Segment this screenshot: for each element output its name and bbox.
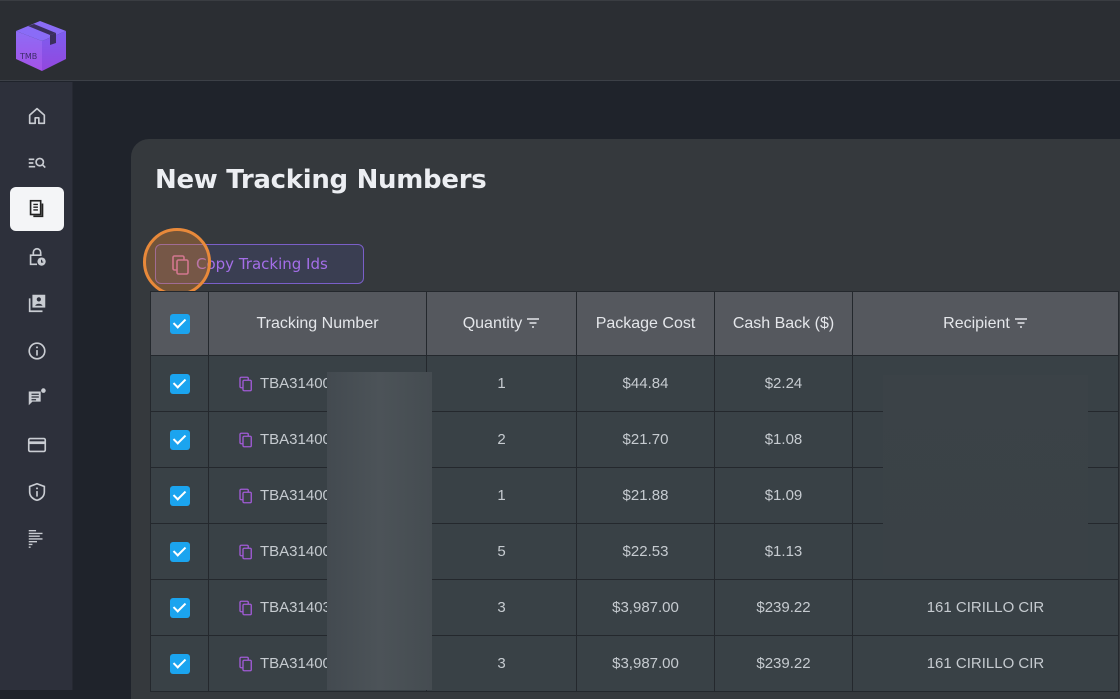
copy-icon[interactable] <box>237 543 255 561</box>
list-search-icon <box>28 157 46 169</box>
sidebar-item-home[interactable] <box>10 94 64 138</box>
sidebar-item-payment[interactable] <box>10 423 64 467</box>
row-select-cell[interactable] <box>150 467 209 524</box>
header-label: Quantity <box>462 314 523 332</box>
shield-info-icon <box>28 482 46 502</box>
sidebar-item-security[interactable] <box>10 470 64 514</box>
copy-icon[interactable] <box>237 375 255 393</box>
lock-clock-icon <box>29 247 46 266</box>
recipient-cell: 161 CIRILLO CIR <box>852 579 1119 636</box>
info-icon <box>28 342 46 360</box>
sidebar-item-contacts[interactable] <box>10 281 64 325</box>
tracking-number: TBA31400 <box>260 655 331 672</box>
home-icon <box>28 107 46 125</box>
top-bar: TMB <box>0 0 1120 81</box>
row-checkbox[interactable] <box>169 541 190 562</box>
cash-back-cell: $1.13 <box>714 523 853 580</box>
redacted-region <box>883 375 1088 575</box>
copy-tracking-ids-button[interactable]: Copy Tracking Ids <box>155 244 364 284</box>
filter-sort-icon[interactable] <box>526 317 540 329</box>
credit-card-icon <box>27 437 47 453</box>
text-lines-icon <box>28 529 43 548</box>
header-cash-back: Cash Back ($) <box>714 291 853 356</box>
select-all-checkbox[interactable] <box>169 313 190 334</box>
header-tracking-number: Tracking Number <box>208 291 427 356</box>
recipient-cell: 161 CIRILLO CIR <box>852 635 1119 692</box>
tmb-logo[interactable]: TMB <box>12 17 68 73</box>
row-checkbox[interactable] <box>169 429 190 450</box>
tracking-number: TBA31403 <box>260 599 331 616</box>
header-package-cost: Package Cost <box>576 291 715 356</box>
sidebar-item-info[interactable] <box>10 329 64 373</box>
chat-notification-icon <box>28 388 46 406</box>
filter-sort-icon[interactable] <box>1014 317 1028 329</box>
cash-back-cell: $2.24 <box>714 355 853 412</box>
tracking-number: TBA31400 <box>260 375 331 392</box>
copy-icon[interactable] <box>237 599 255 617</box>
table-row[interactable]: TBA31400 3 $3,987.00 $239.22 161 CIRILLO CIR <box>150 635 1119 692</box>
quantity-cell: 5 <box>426 523 577 580</box>
page-title: New Tracking Numbers <box>155 165 487 195</box>
row-checkbox[interactable] <box>169 597 190 618</box>
tracking-number: TBA31400 <box>260 431 331 448</box>
tracking-number: TBA31400 <box>260 487 331 504</box>
copy-icon[interactable] <box>237 431 255 449</box>
copy-icon[interactable] <box>237 655 255 673</box>
cash-back-cell: $1.09 <box>714 467 853 524</box>
contacts-icon <box>28 294 46 313</box>
sidebar-item-documents[interactable] <box>10 187 64 231</box>
cash-back-cell: $1.08 <box>714 411 853 468</box>
row-select-cell[interactable] <box>150 579 209 636</box>
quantity-cell: 1 <box>426 355 577 412</box>
header-label: Cash Back ($) <box>732 314 835 332</box>
header-label: Tracking Number <box>256 314 379 332</box>
copy-icon[interactable] <box>237 487 255 505</box>
package-cost-cell: $44.84 <box>576 355 715 412</box>
package-cost-cell: $3,987.00 <box>576 635 715 692</box>
copy-tracking-ids-label: Copy Tracking Ids <box>196 255 328 273</box>
table-header-row: Tracking Number Quantity Package Cost Ca… <box>150 291 1119 356</box>
documents-icon <box>29 199 44 218</box>
package-cost-cell: $21.70 <box>576 411 715 468</box>
header-recipient[interactable]: Recipient <box>852 291 1119 356</box>
quantity-cell: 2 <box>426 411 577 468</box>
header-label: Recipient <box>943 314 1010 332</box>
sidebar <box>0 82 73 690</box>
package-cost-cell: $21.88 <box>576 467 715 524</box>
row-checkbox[interactable] <box>169 485 190 506</box>
sidebar-item-lock-clock[interactable] <box>10 235 64 279</box>
row-select-cell[interactable] <box>150 523 209 580</box>
header-quantity[interactable]: Quantity <box>426 291 577 356</box>
sidebar-item-search-list[interactable] <box>10 141 64 185</box>
table-row[interactable]: TBA31403 3 $3,987.00 $239.22 161 CIRILLO CIR <box>150 579 1119 636</box>
row-select-cell[interactable] <box>150 411 209 468</box>
copy-icon <box>172 255 189 275</box>
tracking-number: TBA31400 <box>260 543 331 560</box>
cash-back-cell: $239.22 <box>714 579 853 636</box>
logo-text: TMB <box>19 52 37 61</box>
cash-back-cell: $239.22 <box>714 635 853 692</box>
quantity-cell: 3 <box>426 635 577 692</box>
package-cost-cell: $3,987.00 <box>576 579 715 636</box>
row-select-cell[interactable] <box>150 355 209 412</box>
row-checkbox[interactable] <box>169 653 190 674</box>
row-checkbox[interactable] <box>169 373 190 394</box>
quantity-cell: 3 <box>426 579 577 636</box>
header-label: Package Cost <box>595 314 696 332</box>
sidebar-item-announcements[interactable] <box>10 375 64 419</box>
header-select-all[interactable] <box>150 291 209 356</box>
redacted-region <box>327 372 432 690</box>
package-cost-cell: $22.53 <box>576 523 715 580</box>
sidebar-item-reports[interactable] <box>10 516 64 560</box>
quantity-cell: 1 <box>426 467 577 524</box>
row-select-cell[interactable] <box>150 635 209 692</box>
